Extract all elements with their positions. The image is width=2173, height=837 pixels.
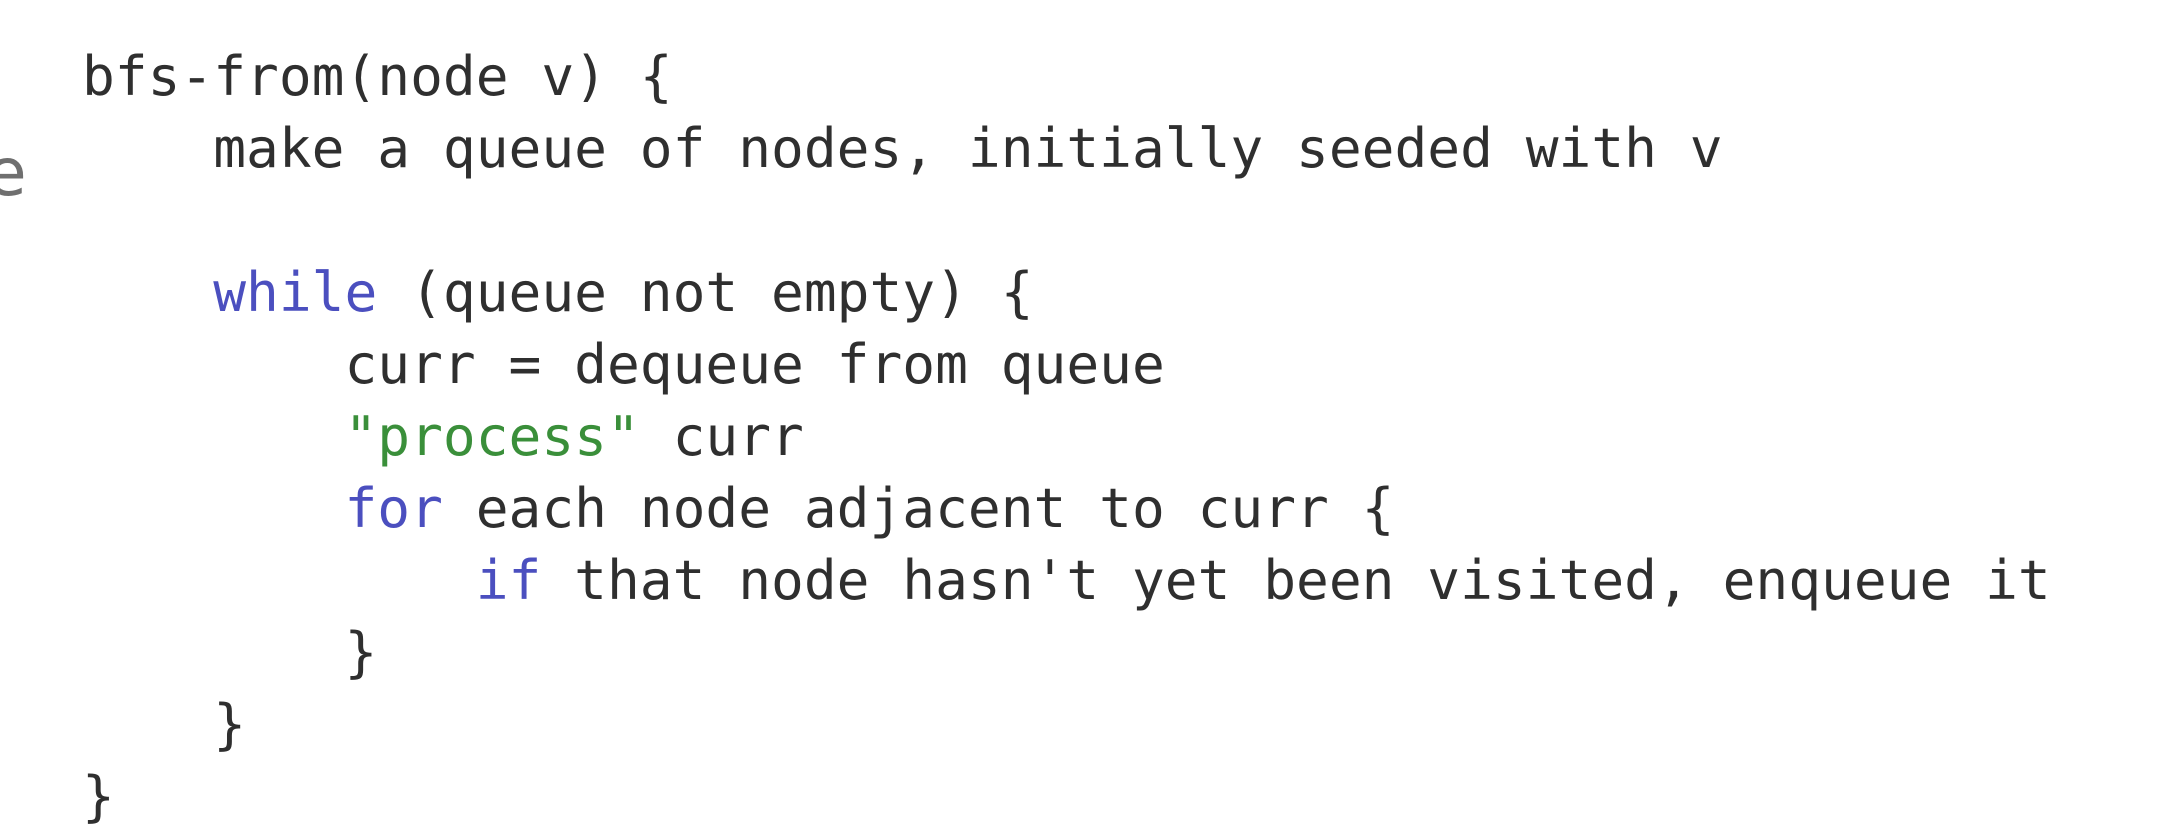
keyword: for <box>344 476 443 540</box>
code-text: (queue not empty) { <box>377 260 1034 324</box>
code-line-2: make a queue of nodes, initially seeded … <box>82 112 2051 184</box>
code-text: that node hasn't yet been visited, enque… <box>541 548 2051 612</box>
code-text: make a queue of nodes, initially seeded … <box>213 116 1723 180</box>
code-line-11: } <box>82 760 2051 832</box>
code-line-5: curr = dequeue from queue <box>82 328 2051 400</box>
code-block: bfs-from(node v) { make a queue of nodes… <box>82 40 2051 832</box>
code-line-6: "process" curr <box>82 400 2051 472</box>
code-text: } <box>213 692 247 756</box>
code-text: curr = dequeue from queue <box>344 332 1165 396</box>
code-text: } <box>344 620 378 684</box>
keyword: if <box>475 548 542 612</box>
page: e bfs-from(node v) { make a queue of nod… <box>0 0 2173 837</box>
code-line-1: bfs-from(node v) { <box>82 40 2051 112</box>
code-line-8: if that node hasn't yet been visited, en… <box>82 544 2051 616</box>
code-text: } <box>82 764 115 828</box>
keyword: while <box>213 260 378 324</box>
code-text: bfs-from(node v) { <box>82 44 673 108</box>
code-text: each node adjacent to curr { <box>442 476 1395 540</box>
code-line-7: for each node adjacent to curr { <box>82 472 2051 544</box>
code-line-9: } <box>82 616 2051 688</box>
code-text: curr <box>639 404 804 468</box>
code-line-4: while (queue not empty) { <box>82 256 2051 328</box>
code-line-10: } <box>82 688 2051 760</box>
string-literal: "process" <box>344 404 640 468</box>
cropped-text-fragment: e <box>0 134 27 211</box>
